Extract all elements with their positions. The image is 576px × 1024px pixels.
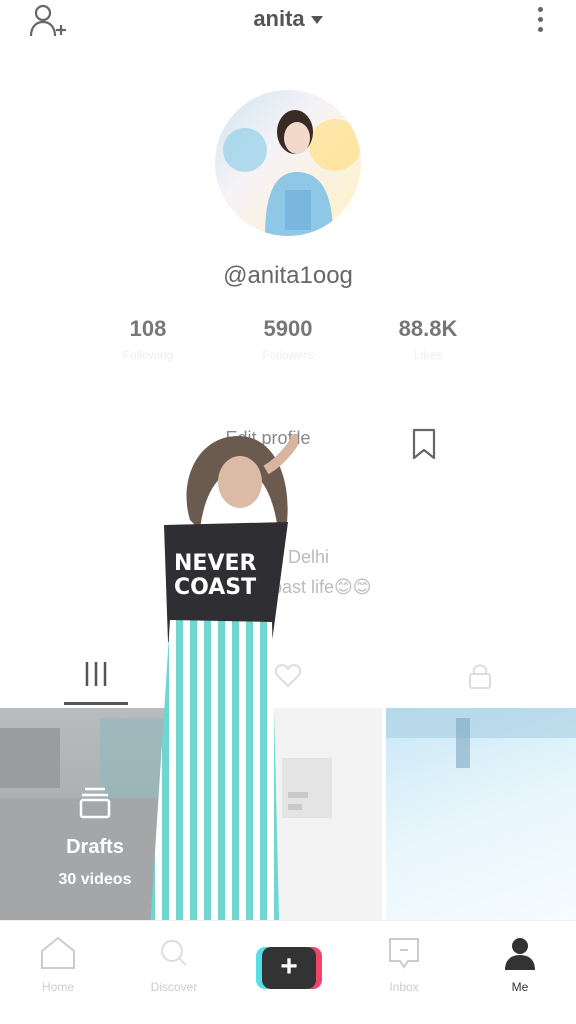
video-thumbnail[interactable] bbox=[386, 708, 576, 920]
shirt-text-line: NEVER bbox=[174, 551, 257, 576]
chevron-down-icon bbox=[310, 16, 323, 25]
home-icon bbox=[41, 936, 75, 969]
stat-likes[interactable]: 88.8K Likes bbox=[348, 316, 508, 362]
stat-following[interactable]: 108 Following bbox=[68, 316, 228, 362]
tab-private[interactable] bbox=[384, 652, 576, 704]
drafts-icon bbox=[78, 786, 112, 820]
figure-illustration bbox=[148, 432, 302, 974]
profile-stats: 108 Following 5900 Followers 88.8K Likes bbox=[0, 316, 576, 372]
bottom-nav: Home Discover + Inbox Me bbox=[0, 920, 576, 1024]
active-tab-indicator bbox=[64, 702, 128, 705]
nav-label: Me bbox=[511, 980, 529, 994]
nav-home[interactable]: Home bbox=[18, 935, 98, 1005]
more-vertical-icon[interactable] bbox=[530, 4, 550, 38]
stat-followers[interactable]: 5900 Followers bbox=[208, 316, 368, 362]
avatar[interactable] bbox=[215, 90, 361, 236]
stat-label: Following bbox=[122, 348, 174, 362]
stat-value: 108 bbox=[129, 316, 167, 341]
plus-icon: + bbox=[262, 947, 316, 989]
top-bar: anita bbox=[0, 0, 576, 44]
stat-value: 5900 bbox=[263, 316, 313, 341]
shirt-text: NEVER COAST bbox=[174, 552, 256, 600]
overlay-figure: NEVER COAST bbox=[148, 430, 302, 990]
person-icon bbox=[505, 938, 535, 970]
nav-label: Discover bbox=[150, 980, 198, 994]
lock-icon bbox=[469, 664, 491, 689]
username-dropdown[interactable]: anita bbox=[0, 6, 576, 32]
nav-discover[interactable]: Discover bbox=[134, 935, 214, 1005]
user-handle: @anita1oog bbox=[223, 262, 353, 289]
shirt-text-line: COAST bbox=[174, 575, 257, 600]
stat-label: Likes bbox=[413, 348, 442, 362]
create-button[interactable]: + bbox=[256, 947, 322, 989]
inbox-icon bbox=[389, 938, 419, 969]
thumbnail-image bbox=[386, 708, 576, 768]
stat-value: 88.8K bbox=[398, 316, 458, 341]
nav-me[interactable]: Me bbox=[480, 935, 560, 1005]
bookmark-icon[interactable] bbox=[410, 428, 438, 460]
stat-label: Followers bbox=[262, 348, 314, 362]
nav-label: Home bbox=[41, 980, 74, 994]
search-icon bbox=[161, 940, 187, 966]
nav-inbox[interactable]: Inbox bbox=[364, 935, 444, 1005]
nav-label: Inbox bbox=[389, 980, 419, 994]
username-title: anita bbox=[253, 6, 305, 31]
